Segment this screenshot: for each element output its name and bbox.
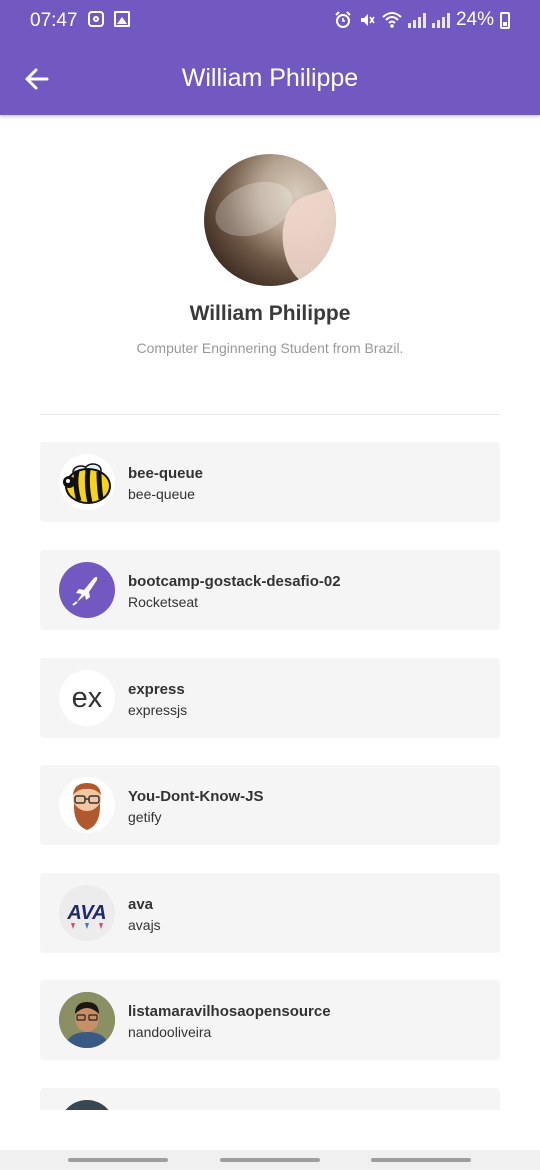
repo-owner: Rocketseat	[128, 594, 199, 610]
repo-owner: bee-queue	[128, 486, 195, 502]
repo-avatar	[59, 992, 115, 1048]
notification-icons	[88, 11, 130, 27]
repo-item[interactable]: ex express expressjs	[40, 658, 500, 738]
instagram-icon	[88, 11, 104, 27]
gallery-icon	[114, 11, 130, 27]
repo-item[interactable]: bootcamp-gostack-desafio-02 Rocketseat	[40, 550, 500, 630]
rocket-icon	[72, 576, 98, 606]
repo-name: express	[128, 681, 185, 698]
repo-avatar	[59, 777, 115, 833]
wifi-icon	[382, 12, 402, 28]
bearded-man-icon	[73, 783, 101, 830]
ava-logo-icon: AVA	[66, 902, 107, 929]
status-time: 07:47	[30, 10, 78, 31]
svg-text:ex: ex	[72, 682, 103, 714]
status-bar: 07:47 24%	[0, 0, 540, 42]
repo-avatar	[59, 562, 115, 618]
repo-name: You-Dont-Know-JS	[128, 788, 264, 805]
app-bar: William Philippe	[0, 42, 540, 115]
system-nav-bar	[0, 1150, 540, 1170]
svg-text:AVA: AVA	[66, 902, 106, 924]
nav-back-button[interactable]	[371, 1158, 471, 1162]
profile-header: William Philippe Computer Enginnering St…	[0, 154, 540, 356]
express-logo-icon: ex	[72, 682, 103, 714]
list-overflow	[0, 1080, 540, 1110]
profile-avatar	[204, 154, 336, 286]
profile-name: William Philippe	[189, 302, 351, 325]
repo-avatar: ex	[59, 670, 115, 726]
repo-avatar	[59, 1100, 115, 1110]
repo-owner: nandooliveira	[128, 1024, 212, 1040]
person-photo-icon	[59, 992, 115, 1048]
repo-name: bee-queue	[128, 465, 204, 482]
repo-avatar: AVA	[59, 885, 115, 941]
divider	[40, 414, 500, 415]
battery-icon	[500, 11, 510, 29]
bee-logo-icon	[63, 463, 111, 504]
repo-avatar	[59, 454, 115, 510]
repo-name: listamaravilhosaopensource	[128, 1003, 331, 1020]
profile-bio: Computer Enginnering Student from Brazil…	[136, 340, 404, 356]
nav-recent-button[interactable]	[68, 1158, 168, 1162]
system-icons: 24%	[334, 9, 510, 31]
alarm-icon	[335, 11, 351, 28]
page-title: William Philippe	[181, 64, 359, 92]
repo-item[interactable]: bee-queue bee-queue	[40, 442, 500, 522]
repo-owner: getify	[128, 809, 162, 825]
signal-icon	[407, 12, 426, 28]
repo-owner: avajs	[128, 917, 161, 933]
signal-icon	[431, 12, 450, 28]
repo-item[interactable]	[40, 1088, 500, 1110]
repo-name: ava	[128, 896, 154, 913]
repo-name: bootcamp-gostack-desafio-02	[128, 573, 341, 590]
battery-percent: 24%	[455, 9, 494, 30]
repo-item[interactable]: AVA ava avajs	[40, 873, 500, 953]
mute-icon	[360, 14, 375, 26]
repo-item[interactable]: You-Dont-Know-JS getify	[40, 765, 500, 845]
nav-home-button[interactable]	[220, 1158, 320, 1162]
repo-owner: expressjs	[128, 702, 188, 718]
repo-item[interactable]: listamaravilhosaopensource nandooliveira	[40, 980, 500, 1060]
